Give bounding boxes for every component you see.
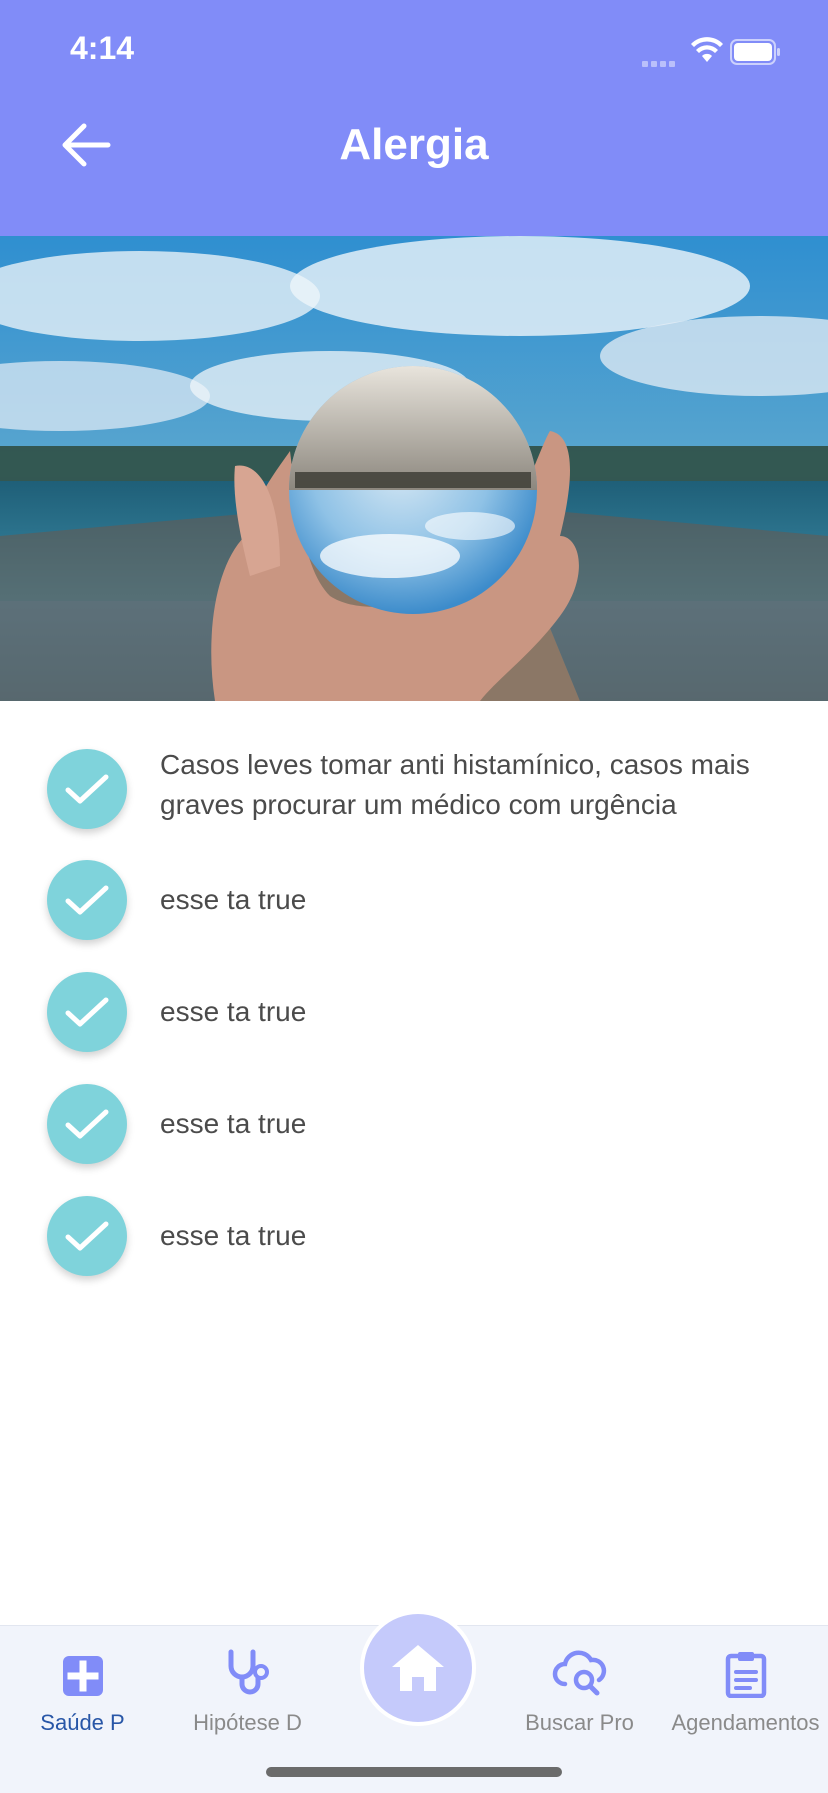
header: 4:14 Alergia (0, 0, 828, 236)
tab-hipotese[interactable]: Hipótese D (165, 1638, 330, 1758)
home-button[interactable] (360, 1610, 476, 1726)
clipboard-icon (663, 1638, 828, 1698)
tab-label: Hipótese D (193, 1710, 302, 1735)
tab-label: Buscar Pro (525, 1710, 634, 1735)
status-icons (642, 36, 792, 67)
tab-agendamentos[interactable]: Agendamentos (663, 1638, 828, 1758)
check-icon (47, 860, 127, 940)
tab-saude[interactable]: Saúde P (0, 1638, 165, 1758)
home-icon (392, 1645, 444, 1691)
battery-icon (730, 39, 780, 65)
status-time: 4:14 (70, 30, 135, 66)
check-icon (47, 1196, 127, 1276)
crystal-ball-photo-icon (0, 236, 828, 701)
tab-label: Saúde P (40, 1710, 125, 1735)
check-icon (47, 972, 127, 1052)
item-text: esse ta true (160, 1108, 307, 1139)
wifi-icon (691, 37, 723, 62)
item-text: Casos leves tomar anti histamínico, caso… (160, 749, 750, 820)
medical-plus-icon (0, 1638, 165, 1698)
hero-image (0, 236, 828, 701)
page-title: Alergia (339, 120, 489, 169)
item-text: esse ta true (160, 1220, 307, 1251)
check-icon (47, 749, 127, 829)
check-icon (47, 1084, 127, 1164)
tab-label: Agendamentos (671, 1710, 820, 1735)
home-indicator (266, 1767, 562, 1777)
cloud-search-icon (497, 1638, 662, 1698)
stethoscope-icon (165, 1638, 330, 1698)
item-text: esse ta true (160, 884, 307, 915)
item-text: esse ta true (160, 996, 307, 1027)
signal-icon (642, 54, 678, 72)
tab-buscar[interactable]: Buscar Pro (497, 1638, 662, 1758)
